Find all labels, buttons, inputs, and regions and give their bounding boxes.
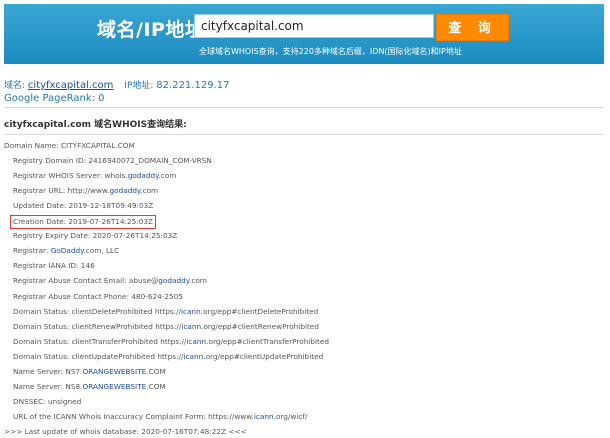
whois-text: Domain Status: clientTransferProhibited …	[13, 336, 187, 346]
whois-text: Registry Domain ID: 2416940072_DOMAIN_CO…	[13, 156, 212, 166]
whois-line: >>> Last update of whois database: 2020-…	[4, 426, 247, 438]
divider	[4, 134, 604, 135]
ip-label: IP地址:	[124, 81, 154, 91]
domain-info-line: 域名: cityfxcapital.com IP地址: 82.221.129.1…	[4, 78, 229, 91]
whois-link[interactable]: godaddy	[158, 276, 189, 285]
whois-text: .org/epp#clientDeleteProhibited	[200, 306, 319, 316]
whois-line: Registrar WHOIS Server: whois.godaddy.co…	[13, 170, 176, 182]
domain-link[interactable]: cityfxcapital.com	[28, 80, 114, 91]
whois-text: .org/epp#clientUpdateProhibited	[203, 351, 324, 361]
whois-text: .org/epp#clientTransferProhibited	[206, 336, 330, 346]
whois-text: Registrar:	[13, 246, 51, 256]
whois-line: Registrar URL: http://www.godaddy.com	[13, 185, 158, 197]
whois-text: Registrar Abuse Contact Email: abuse@	[13, 276, 159, 286]
whois-line: Registrar Abuse Contact Phone: 480-624-2…	[13, 291, 183, 303]
whois-text: Domain Status: clientUpdateProhibited ht…	[13, 351, 184, 361]
ip-value: 82.221.129.17	[156, 80, 230, 91]
whois-text: Registrar WHOIS Server: whois.	[13, 171, 128, 181]
whois-line: Domain Status: clientRenewProhibited htt…	[13, 321, 319, 333]
whois-text: .org/wicf/	[273, 411, 308, 421]
whois-text: Name Server: NS8.	[13, 381, 83, 391]
divider	[4, 107, 604, 108]
whois-text: .com	[140, 186, 159, 196]
whois-line: Domain Status: clientUpdateProhibited ht…	[13, 351, 323, 363]
whois-line: Registry Domain ID: 2416940072_DOMAIN_CO…	[13, 155, 212, 167]
whois-link[interactable]: icann	[254, 412, 274, 421]
whois-text: .COM	[146, 381, 166, 391]
search-banner: 域名/IP地址: 查 询 全球域名WHOIS查询，支持220多种域名后缀，IDN…	[4, 4, 604, 64]
whois-text: Registrar IANA ID: 146	[13, 261, 95, 271]
whois-text: Creation Date: 2019-07-26T14:25:03Z	[13, 217, 154, 227]
whois-line: Registrar: GoDaddy.com, LLC	[13, 245, 119, 257]
whois-link[interactable]: ORANGEWEBSITE	[82, 382, 146, 391]
pagerank-text: Google PageRank: 0	[4, 93, 105, 104]
whois-text: Updated Date: 2019-12-18T09:49:03Z	[13, 201, 154, 211]
domain-search-input[interactable]	[194, 14, 434, 38]
whois-text: .com, LLC	[83, 246, 120, 256]
whois-link[interactable]: icann	[186, 337, 206, 346]
whois-text: .com	[189, 276, 207, 286]
whois-text: .org/epp#clientRenewProhibited	[201, 321, 319, 331]
whois-link[interactable]: godaddy	[128, 171, 159, 180]
whois-text: >>> Last update of whois database: 2020-…	[4, 426, 247, 436]
whois-link[interactable]: icann	[181, 307, 201, 316]
whois-line: Name Server: NS8.ORANGEWEBSITE.COM	[13, 381, 166, 393]
whois-text: DNSSEC: unsigned	[13, 396, 82, 406]
whois-line: Creation Date: 2019-07-26T14:25:03Z	[10, 215, 157, 230]
whois-link[interactable]: icann	[181, 322, 201, 331]
whois-text: .COM	[146, 366, 166, 376]
whois-text: URL of the ICANN Whois Inaccuracy Compla…	[13, 411, 254, 421]
whois-line: DNSSEC: unsigned	[13, 396, 81, 408]
whois-line: Domain Name: CITYFXCAPITAL.COM	[4, 140, 135, 152]
whois-text: Domain Status: clientDeleteProhibited ht…	[13, 306, 182, 316]
whois-text: Domain Status: clientRenewProhibited htt…	[13, 321, 182, 331]
whois-line: Updated Date: 2019-12-18T09:49:03Z	[13, 200, 153, 212]
whois-line: Registry Expiry Date: 2020-07-26T14:25:0…	[13, 230, 177, 242]
banner-subtitle: 全球域名WHOIS查询，支持220多种域名后缀，IDN(国际化域名)和IP地址	[199, 47, 462, 56]
whois-line: Registrar IANA ID: 146	[13, 260, 95, 272]
result-title: cityfxcapital.com 域名WHOIS查询结果:	[4, 120, 187, 130]
whois-link[interactable]: ORANGEWEBSITE	[82, 367, 146, 376]
whois-line: URL of the ICANN Whois Inaccuracy Compla…	[13, 411, 307, 423]
whois-line: Registrar Abuse Contact Email: abuse@god…	[13, 275, 207, 287]
search-button[interactable]: 查 询	[436, 14, 509, 41]
whois-text: Registry Expiry Date: 2020-07-26T14:25:0…	[13, 231, 178, 241]
whois-link[interactable]: godaddy	[110, 186, 141, 195]
whois-text: Registrar URL: http://www.	[13, 186, 110, 196]
whois-text: Registrar Abuse Contact Phone: 480-624-2…	[13, 291, 183, 301]
whois-text: Name Server: NS7.	[13, 366, 83, 376]
whois-link[interactable]: icann	[183, 352, 203, 361]
whois-line: Domain Status: clientDeleteProhibited ht…	[13, 306, 318, 318]
whois-line: Domain Status: clientTransferProhibited …	[13, 336, 329, 348]
whois-line: Name Server: NS7.ORANGEWEBSITE.COM	[13, 366, 166, 378]
whois-text: .com	[158, 171, 177, 181]
whois-link[interactable]: GoDaddy	[51, 246, 84, 255]
whois-text: Domain Name: CITYFXCAPITAL.COM	[4, 141, 135, 150]
domain-label: 域名:	[4, 81, 26, 91]
